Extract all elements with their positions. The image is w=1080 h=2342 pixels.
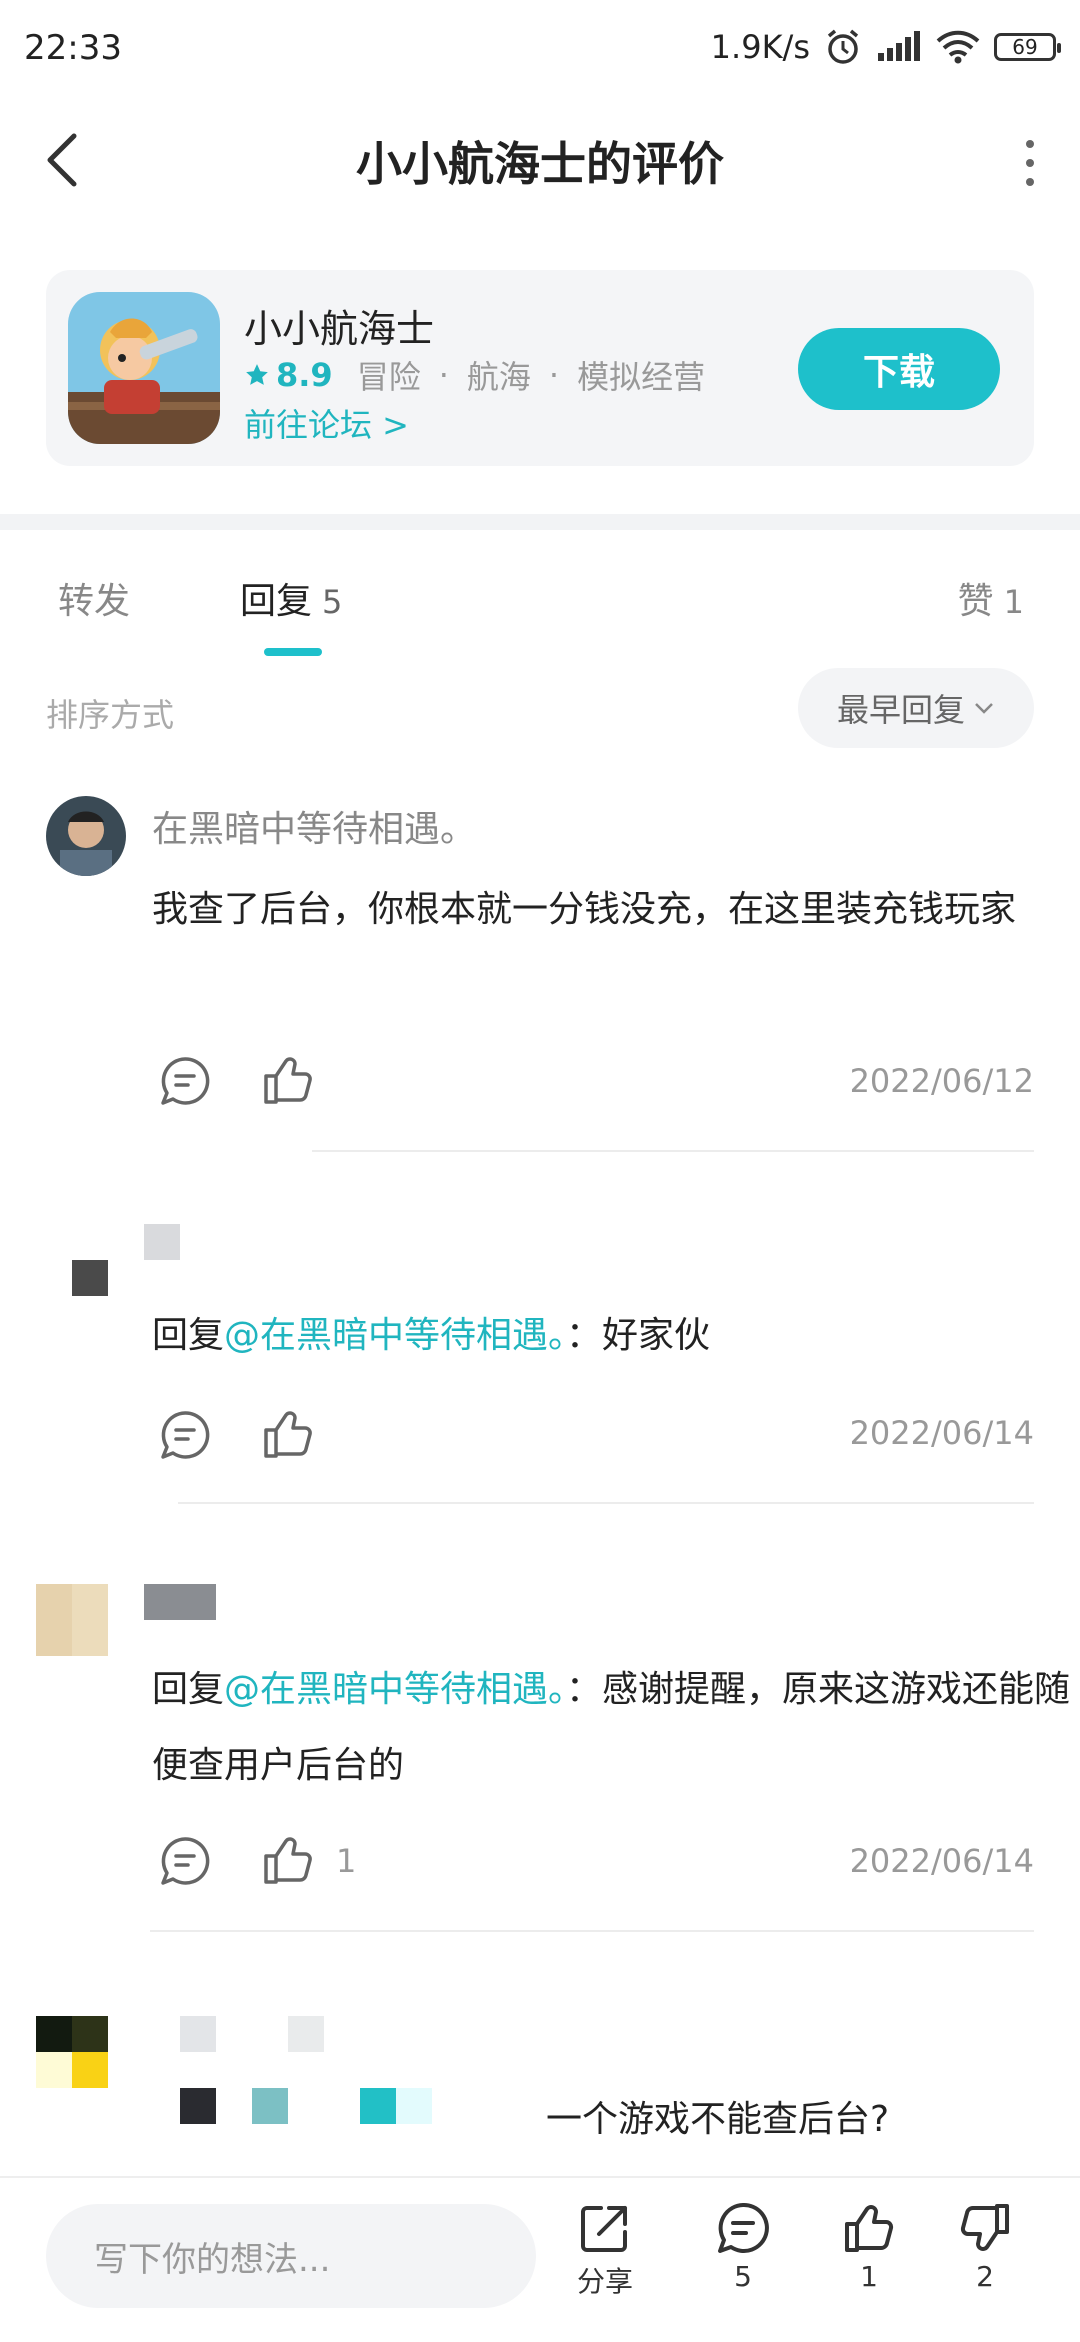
download-button[interactable]: 下载 bbox=[798, 328, 1000, 410]
status-icons: 1.9K/s 69 bbox=[710, 24, 1061, 70]
app-tag: 航海 bbox=[466, 358, 531, 396]
like-button[interactable]: 1 bbox=[824, 2200, 914, 2293]
text-pixel bbox=[180, 2088, 216, 2124]
mention-link[interactable]: @在黑暗中等待相遇。 bbox=[224, 1315, 566, 1356]
tab-like[interactable]: 赞1 bbox=[958, 572, 1024, 624]
tab-reply[interactable]: 回复 5 bbox=[240, 572, 342, 624]
chevron-down-icon bbox=[975, 703, 993, 714]
reply-icon[interactable] bbox=[158, 1054, 212, 1108]
comment-text: 一个游戏不能查后台? bbox=[546, 2099, 890, 2140]
share-label: 分享 bbox=[576, 2265, 633, 2298]
sort-selected: 最早回复 bbox=[836, 691, 965, 729]
battery-icon: 69 bbox=[994, 33, 1061, 61]
text-pixel bbox=[396, 2088, 432, 2124]
reply-prefix: 回复 bbox=[152, 1315, 225, 1356]
network-speed: 1.9K/s bbox=[710, 28, 810, 66]
sort-dropdown[interactable]: 最早回复 bbox=[798, 668, 1034, 748]
dislike-count: 2 bbox=[976, 2260, 994, 2293]
signal-icon bbox=[878, 31, 920, 61]
comment-author[interactable] bbox=[180, 2016, 216, 2052]
reply-text: ：好家伙 bbox=[566, 1315, 711, 1356]
app-meta: 8.9 冒险 · 航海 · 模拟经营 bbox=[244, 352, 705, 398]
author-pixel bbox=[288, 2016, 324, 2052]
mention-link[interactable]: @在黑暗中等待相遇。 bbox=[224, 1669, 566, 1710]
like-icon[interactable] bbox=[260, 1832, 316, 1888]
comment-text: 我查了后台，你根本就一分钱没充，在这里装充钱玩家 bbox=[152, 889, 1017, 930]
comment-input[interactable]: 写下你的想法... bbox=[46, 2204, 536, 2308]
avatar-pixel bbox=[72, 2052, 108, 2088]
tab-like-count: 1 bbox=[1003, 583, 1024, 621]
like-count: 1 bbox=[336, 1842, 357, 1880]
comment-text: 回复@在黑暗中等待相遇。：好家伙 bbox=[152, 1298, 1072, 1374]
avatar[interactable] bbox=[36, 2016, 72, 2052]
avatar[interactable] bbox=[46, 796, 126, 876]
status-time: 22:33 bbox=[24, 28, 122, 68]
reply-prefix: 回复 bbox=[152, 1669, 225, 1710]
share-icon bbox=[581, 2206, 627, 2252]
like-icon[interactable] bbox=[260, 1052, 316, 1108]
tag-separator: · bbox=[438, 356, 449, 394]
tab-forward[interactable]: 转发 bbox=[58, 572, 130, 624]
thumbs-down-icon bbox=[960, 2204, 1009, 2251]
app-rating: 8.9 bbox=[276, 356, 333, 394]
text-pixel bbox=[252, 2088, 288, 2124]
dislike-button[interactable]: 2 bbox=[940, 2200, 1030, 2293]
comment-author[interactable] bbox=[144, 1224, 180, 1260]
like-count: 1 bbox=[860, 2260, 878, 2293]
app-name: 小小航海士 bbox=[244, 307, 435, 351]
comment-button[interactable]: 5 bbox=[698, 2200, 788, 2293]
sort-label: 排序方式 bbox=[46, 696, 175, 734]
page-title: 小小航海士的评价 bbox=[356, 137, 724, 191]
forum-link[interactable]: 前往论坛 > bbox=[244, 400, 409, 446]
comment-author[interactable]: 在黑暗中等待相遇。 bbox=[152, 800, 476, 852]
avatar[interactable] bbox=[36, 1584, 108, 1656]
tab-reply-count: 5 bbox=[322, 583, 343, 621]
comment-icon bbox=[718, 2202, 769, 2253]
alarm-icon bbox=[827, 29, 859, 64]
avatar-pixel bbox=[36, 2052, 72, 2088]
tag-separator: · bbox=[548, 356, 560, 394]
tab-reply-label: 回复 bbox=[240, 581, 313, 622]
comment-date: 2022/06/12 bbox=[849, 1062, 1034, 1100]
share-button[interactable]: 分享 bbox=[560, 2200, 650, 2300]
comment-text: 回复@在黑暗中等待相遇。：感谢提醒，原来这游戏还能随便查用户后台的 bbox=[152, 1652, 1072, 1804]
avatar-pixel bbox=[72, 2016, 108, 2052]
more-options-icon[interactable] bbox=[1020, 138, 1040, 188]
app-tag: 模拟经营 bbox=[577, 358, 706, 396]
comment-divider bbox=[150, 1930, 1034, 1932]
comment-divider bbox=[178, 1502, 1034, 1504]
comment-count: 5 bbox=[734, 2260, 752, 2293]
section-divider bbox=[0, 514, 1080, 530]
star-icon bbox=[246, 364, 268, 385]
comment-date: 2022/06/14 bbox=[849, 1414, 1034, 1452]
tab-like-label: 赞 bbox=[957, 581, 994, 622]
app-icon[interactable] bbox=[68, 292, 220, 444]
thumbs-up-icon bbox=[845, 2205, 894, 2252]
avatar[interactable] bbox=[72, 1260, 108, 1296]
comment-date: 2022/06/14 bbox=[849, 1842, 1034, 1880]
reply-icon[interactable] bbox=[158, 1408, 212, 1462]
comment-author[interactable] bbox=[144, 1584, 216, 1620]
text-pixel bbox=[360, 2088, 396, 2124]
wifi-icon bbox=[936, 30, 980, 64]
comment-divider bbox=[312, 1150, 1034, 1152]
reply-icon[interactable] bbox=[158, 1834, 212, 1888]
like-icon[interactable] bbox=[260, 1406, 316, 1462]
app-tag: 冒险 bbox=[356, 358, 421, 396]
tab-indicator bbox=[264, 648, 322, 656]
